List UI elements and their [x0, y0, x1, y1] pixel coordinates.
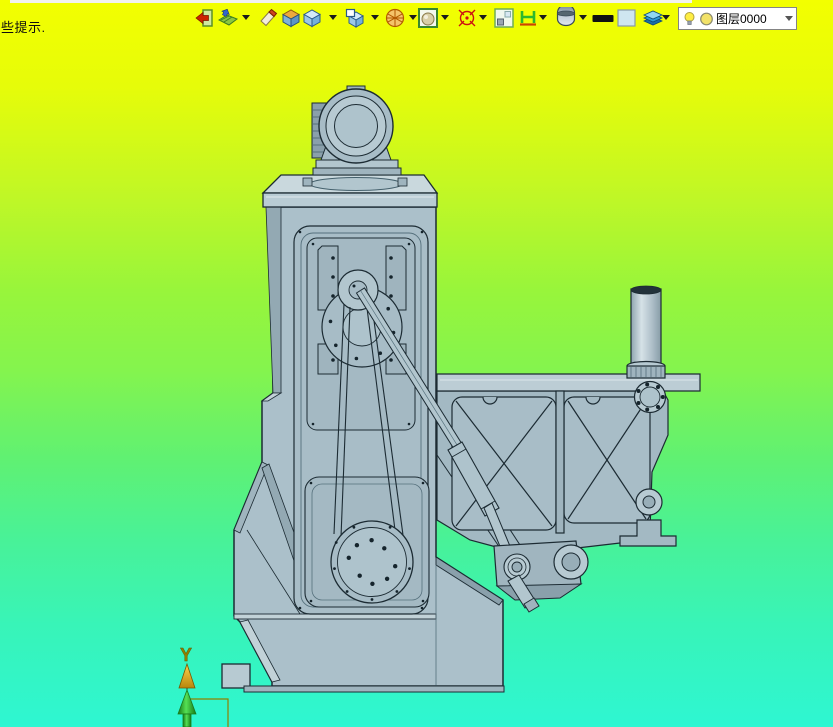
axis-y-label: Y	[180, 645, 192, 665]
viewport-3d[interactable]: Y	[0, 0, 833, 727]
electric-motor[interactable]	[311, 85, 402, 176]
axis-green-shaft	[182, 713, 192, 727]
axis-green-arrowhead	[177, 688, 197, 715]
frame-bearing	[635, 488, 663, 516]
axis-cone	[178, 662, 196, 689]
flywheel	[330, 520, 414, 604]
frame-flange	[633, 380, 667, 414]
column-cap	[261, 174, 439, 208]
lower-linkage[interactable]	[493, 540, 589, 613]
base-foot	[221, 663, 251, 689]
axis-indicator: Y	[177, 645, 229, 727]
work-table-frame[interactable]	[436, 373, 701, 551]
vertical-cylinder[interactable]	[626, 285, 666, 379]
